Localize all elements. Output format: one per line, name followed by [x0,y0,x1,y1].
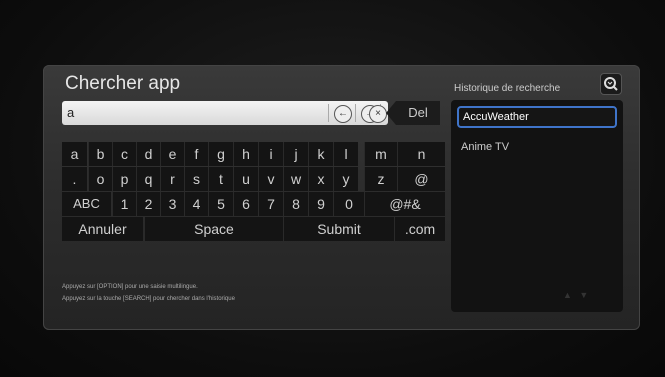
key[interactable]: u [233,167,258,191]
page-title: Chercher app [65,73,181,94]
space-key[interactable]: Space [144,217,283,241]
history-item[interactable]: Anime TV [457,136,617,158]
key[interactable]: w [283,167,308,191]
key[interactable]: v [258,167,283,191]
app-search-panel: Chercher app a ← → × Del a b c d e f g h… [43,65,640,330]
key[interactable]: b [88,142,112,166]
tv-screen: Chercher app a ← → × Del a b c d e f g h… [0,0,665,377]
scroll-arrows-icon: ▲ ▼ [563,290,589,300]
key[interactable]: 0 [333,192,364,216]
key[interactable]: f [184,142,208,166]
cursor-left-icon[interactable]: ← [334,105,352,123]
key[interactable]: 1 [112,192,136,216]
key[interactable]: r [160,167,184,191]
key[interactable]: h [233,142,258,166]
search-input[interactable]: a ← → [62,101,388,125]
key[interactable]: i [258,142,283,166]
key[interactable]: y [333,167,358,191]
key[interactable]: m [364,142,397,166]
key[interactable]: 3 [160,192,184,216]
key[interactable]: p [112,167,136,191]
key[interactable]: d [136,142,160,166]
option-hint: Appuyez sur [OPTION] pour une saisie mul… [62,284,198,290]
key[interactable]: 5 [208,192,233,216]
key[interactable]: k [308,142,333,166]
search-hint: Appuyez sur la touche [SEARCH] pour cher… [62,296,235,302]
key[interactable]: s [184,167,208,191]
dotcom-key[interactable]: .com [394,217,445,241]
history-item[interactable]: AccuWeather [457,106,617,128]
keyboard-row: a b c d e f g h i j k l m n [62,142,445,166]
key[interactable]: 9 [308,192,333,216]
key[interactable]: g [208,142,233,166]
search-input-value: a [67,105,75,120]
key[interactable]: x [308,167,333,191]
keyboard-row: ABC 1 2 3 4 5 6 7 8 9 0 @#& [62,192,445,216]
history-list: AccuWeather Anime TV ▲ ▼ [451,100,623,312]
key[interactable]: j [283,142,308,166]
key-symbols[interactable]: @#& [364,192,445,216]
cancel-button[interactable]: Annuler [62,217,143,241]
key[interactable]: e [160,142,184,166]
key[interactable]: l [333,142,358,166]
submit-button[interactable]: Submit [283,217,394,241]
key[interactable]: n [397,142,445,166]
key[interactable]: . [62,167,87,191]
field-divider [328,104,329,122]
key[interactable]: t [208,167,233,191]
delete-button[interactable]: Del [386,101,440,125]
key[interactable]: @ [397,167,445,191]
history-title: Historique de recherche [454,83,561,94]
key[interactable]: 2 [136,192,160,216]
key[interactable]: 4 [184,192,208,216]
keyboard-row: Annuler Space Submit .com [62,217,445,241]
key[interactable]: 7 [258,192,283,216]
key-abc[interactable]: ABC [62,192,111,216]
key[interactable]: 6 [233,192,258,216]
key[interactable]: o [88,167,112,191]
field-divider [355,104,356,122]
key[interactable]: c [112,142,136,166]
keyboard-row: . o p q r s t u v w x y z @ [62,167,445,191]
history-search-icon[interactable] [600,73,622,95]
key[interactable]: q [136,167,160,191]
key[interactable]: 8 [283,192,308,216]
key[interactable]: z [364,167,397,191]
clear-icon[interactable]: × [369,105,387,123]
key[interactable]: a [62,142,87,166]
